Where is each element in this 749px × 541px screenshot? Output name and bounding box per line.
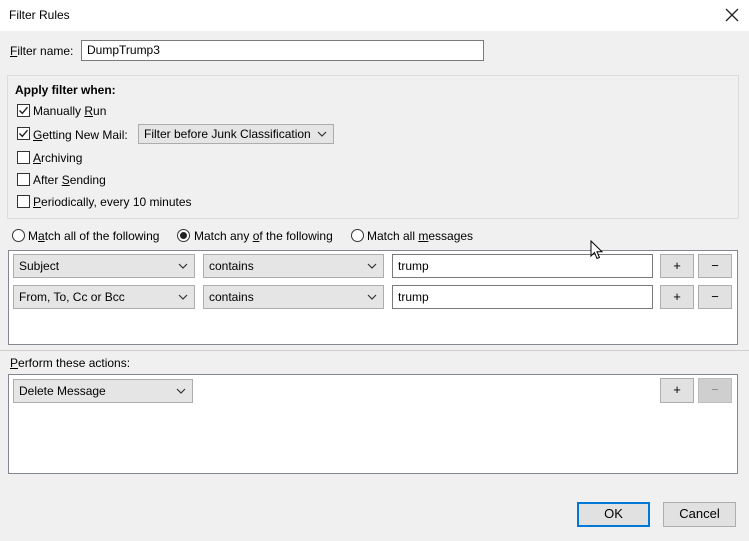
title-bar [0, 0, 749, 31]
match-all-label[interactable]: Match all of the following [28, 229, 159, 243]
rule-operator-value: contains [209, 290, 254, 304]
rule-field-value: From, To, Cc or Bcc [19, 290, 125, 304]
action-value: Delete Message [19, 384, 106, 398]
actions-label: Perform these actions: [10, 356, 131, 370]
add-rule-button[interactable]: + [660, 285, 694, 309]
rule-operator-value: contains [209, 259, 254, 273]
rule-field-select[interactable]: From, To, Cc or Bcc [13, 285, 195, 309]
apply-filter-heading: Apply filter when: [15, 83, 116, 97]
filter-name-input[interactable]: DumpTrump3 [81, 40, 484, 61]
match-all-radio[interactable] [12, 229, 25, 242]
chevron-down-icon [317, 131, 327, 137]
chevron-down-icon [367, 294, 377, 300]
close-icon[interactable] [722, 5, 742, 25]
mouse-cursor-icon [590, 240, 604, 260]
chevron-down-icon [178, 263, 188, 269]
getting-new-mail-checkbox[interactable] [17, 127, 30, 140]
rule-field-select[interactable]: Subject [13, 254, 195, 278]
add-action-button[interactable]: + [660, 378, 694, 403]
match-any-label[interactable]: Match any of the following [194, 229, 333, 243]
chevron-down-icon [176, 388, 186, 394]
splitter[interactable] [0, 350, 749, 351]
ok-button[interactable]: OK [577, 502, 650, 527]
action-select[interactable]: Delete Message [13, 379, 193, 403]
after-sending-label[interactable]: After Sending [33, 173, 106, 187]
remove-rule-button[interactable]: − [698, 285, 732, 309]
match-all-messages-radio[interactable] [351, 229, 364, 242]
remove-action-button[interactable]: − [698, 378, 732, 403]
getting-new-mail-label[interactable]: Getting New Mail: [33, 128, 128, 142]
window-title: Filter Rules [9, 8, 70, 22]
add-rule-button[interactable]: + [660, 254, 694, 278]
rule-operator-select[interactable]: contains [203, 254, 384, 278]
remove-rule-button[interactable]: − [698, 254, 732, 278]
checkmark-icon [19, 129, 29, 138]
chevron-down-icon [178, 294, 188, 300]
rule-value-input[interactable]: trump [392, 285, 653, 309]
periodically-checkbox[interactable] [17, 195, 30, 208]
match-all-messages-label[interactable]: Match all messages [367, 229, 473, 243]
new-mail-timing-value: Filter before Junk Classification [144, 127, 311, 141]
periodically-label[interactable]: Periodically, every 10 minutes [33, 195, 192, 209]
cancel-button[interactable]: Cancel [663, 502, 736, 527]
manually-run-checkbox[interactable] [17, 104, 30, 117]
rule-field-value: Subject [19, 259, 60, 273]
chevron-down-icon [367, 263, 377, 269]
manually-run-label[interactable]: Manually Run [33, 104, 106, 118]
new-mail-timing-select[interactable]: Filter before Junk Classification [138, 124, 334, 144]
match-any-radio[interactable] [177, 229, 190, 242]
checkmark-icon [19, 106, 29, 115]
after-sending-checkbox[interactable] [17, 173, 30, 186]
archiving-label[interactable]: Archiving [33, 151, 82, 165]
rule-value-input[interactable]: trump [392, 254, 653, 278]
archiving-checkbox[interactable] [17, 151, 30, 164]
filter-name-label: Filter name: [10, 44, 74, 58]
rule-operator-select[interactable]: contains [203, 285, 384, 309]
